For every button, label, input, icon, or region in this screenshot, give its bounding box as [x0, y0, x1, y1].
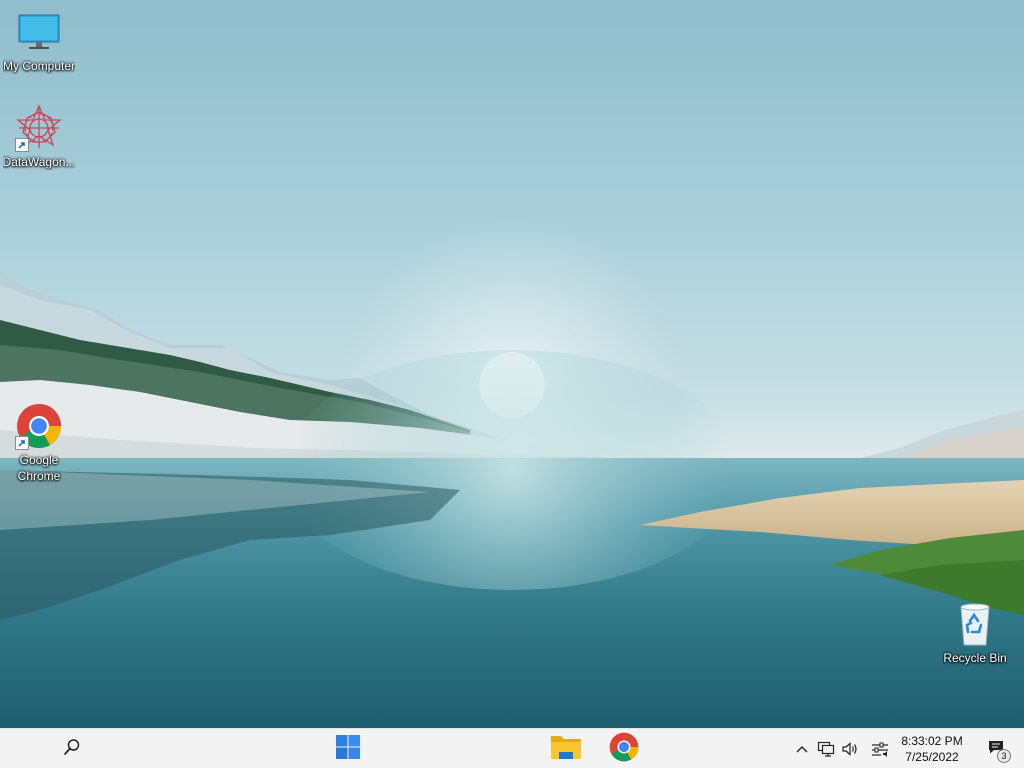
- wallpaper-landscape: [0, 215, 1024, 728]
- windows-start-icon: [335, 734, 361, 765]
- search-icon: [63, 738, 81, 761]
- desktop-icon-label: My Computer: [2, 59, 76, 73]
- shortcut-arrow-icon: [15, 138, 29, 152]
- recycle-bin-icon: [951, 600, 999, 648]
- desktop-icon-label: DataWagon...: [2, 155, 76, 169]
- desktop-icon-google-chrome[interactable]: Google Chrome: [0, 402, 78, 484]
- chevron-up-icon[interactable]: [790, 729, 814, 768]
- taskbar-file-explorer-button[interactable]: [546, 729, 586, 768]
- start-button[interactable]: [328, 729, 368, 768]
- volume-icon[interactable]: [838, 729, 862, 768]
- desktop-icon-my-computer[interactable]: My Computer: [0, 8, 78, 74]
- taskbar-chrome-button[interactable]: [604, 729, 644, 768]
- settings-sliders-icon[interactable]: [868, 729, 892, 768]
- clock-date: 7/25/2022: [905, 750, 959, 764]
- datawagon-icon: [15, 104, 63, 152]
- taskbar-clock[interactable]: 8:33:02 PM 7/25/2022: [892, 729, 972, 768]
- notification-center-button[interactable]: 3: [978, 729, 1014, 768]
- desktop-icon-label: Google Chrome: [17, 453, 61, 483]
- taskbar-search-button[interactable]: [52, 729, 92, 768]
- chrome-icon: [609, 732, 639, 767]
- folder-icon: [550, 733, 582, 766]
- desktop-icon-label: Recycle Bin: [943, 651, 1007, 665]
- shortcut-arrow-icon: [15, 436, 29, 450]
- desktop-icon-datawagon[interactable]: DataWagon...: [0, 104, 78, 170]
- clock-time: 8:33:02 PM: [901, 734, 963, 748]
- system-tray: [790, 729, 892, 768]
- notification-count-badge: 3: [997, 749, 1011, 763]
- network-icon[interactable]: [814, 729, 838, 768]
- chrome-icon: [15, 402, 63, 450]
- desktop-wallpaper: [0, 0, 1024, 728]
- monitor-icon: [15, 8, 63, 56]
- taskbar: 8:33:02 PM 7/25/2022 3: [0, 728, 1024, 768]
- desktop-icon-recycle-bin[interactable]: Recycle Bin: [936, 600, 1014, 666]
